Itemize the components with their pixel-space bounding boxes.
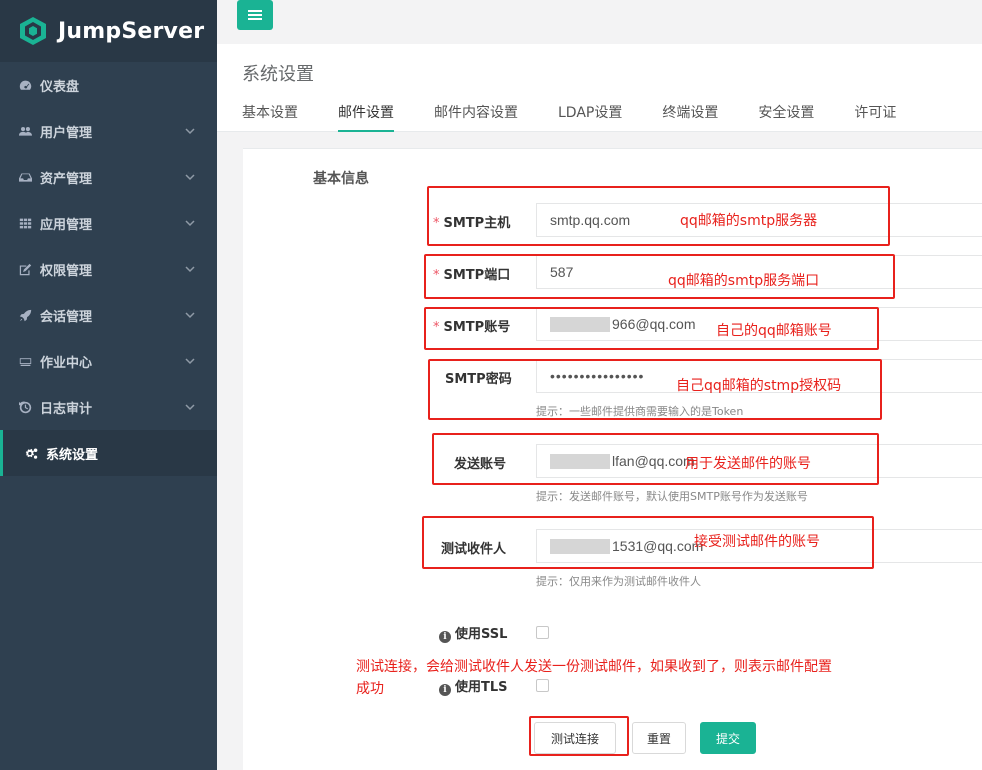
sidebar-item-label: 权限管理 [40, 263, 93, 279]
sidebar-nav: 仪表盘 用户管理 资产管理 应用管理 权限管理 会话管理 作业中心 日志审计 系… [0, 62, 217, 476]
smtp-port-label-text: SMTP端口 [443, 268, 511, 283]
annotation-user: 自己的qq邮箱账号 [716, 323, 832, 339]
sidebar-item-dashboard[interactable]: 仪表盘 [0, 62, 217, 108]
sidebar-item-assets[interactable]: 资产管理 [0, 154, 217, 200]
annotation-test-line1: 测试连接，会给测试收件人发送一份测试邮件，如果收到了，则表示邮件配置 [356, 659, 832, 675]
from-account-label: 发送账号 [454, 457, 507, 472]
masked-text [550, 453, 610, 469]
settings-tabs: 基本设置 邮件设置 邮件内容设置 LDAP设置 终端设置 安全设置 许可证 [242, 102, 936, 132]
annotation-from: 用于发送邮件的账号 [685, 456, 811, 472]
test-recipient-value: 1531@qq.com [612, 538, 704, 554]
sidebar-item-label: 应用管理 [40, 217, 93, 233]
required-mark: * [433, 268, 440, 283]
masked-text [550, 316, 610, 332]
inbox-icon [18, 170, 32, 184]
submit-button[interactable]: 提交 [700, 722, 756, 754]
tab-email[interactable]: 邮件设置 [338, 102, 394, 132]
from-account-hint: 提示：发送邮件账号，默认使用SMTP账号作为发送账号 [536, 490, 808, 503]
smtp-port-label: * SMTP端口 [433, 264, 510, 283]
info-icon: i [439, 684, 451, 696]
tab-terminal[interactable]: 终端设置 [662, 102, 718, 132]
grid-icon [18, 216, 32, 230]
tab-ldap[interactable]: LDAP设置 [558, 102, 622, 132]
sidebar-item-label: 资产管理 [40, 171, 93, 187]
use-ssl-label-text: 使用SSL [455, 627, 508, 642]
masked-text [550, 538, 610, 554]
sidebar-item-jobs[interactable]: 作业中心 [0, 338, 217, 384]
section-title: 基本信息 [313, 171, 369, 187]
tab-license[interactable]: 许可证 [854, 102, 896, 132]
sidebar-item-label: 用户管理 [40, 125, 93, 141]
tab-security[interactable]: 安全设置 [758, 102, 814, 132]
annotation-password: 自己qq邮箱的stmp授权码 [676, 378, 842, 394]
sidebar-item-label: 作业中心 [40, 355, 93, 371]
smtp-host-label-text: SMTP主机 [443, 216, 511, 231]
test-recipient-hint: 提示：仅用来作为测试邮件收件人 [536, 575, 701, 588]
jumpserver-logo-icon [18, 16, 48, 46]
sidebar: JumpServer 仪表盘 用户管理 资产管理 应用管理 权限管理 会话管理 … [0, 0, 217, 770]
reset-button[interactable]: 重置 [632, 722, 686, 754]
smtp-password-label: SMTP密码 [445, 372, 512, 387]
topbar [217, 0, 982, 44]
test-connection-button[interactable]: 测试连接 [534, 722, 616, 754]
use-ssl-label: i 使用SSL [439, 623, 507, 643]
smtp-host-label: * SMTP主机 [433, 212, 510, 231]
sidebar-item-audit[interactable]: 日志审计 [0, 384, 217, 430]
logo[interactable]: JumpServer [0, 0, 217, 62]
info-icon: i [439, 631, 451, 643]
required-mark: * [433, 216, 440, 231]
chevron-down-icon [185, 263, 195, 273]
tab-basic[interactable]: 基本设置 [242, 102, 298, 132]
sidebar-item-users[interactable]: 用户管理 [0, 108, 217, 154]
sidebar-item-label: 仪表盘 [40, 79, 80, 95]
page-title: 系统设置 [242, 64, 314, 85]
email-settings-panel: 基本信息 * SMTP主机 smtp.qq.com * SMTP端口 587 * SM… [243, 148, 982, 770]
history-icon [18, 400, 32, 414]
smtp-user-label-text: SMTP账号 [443, 320, 511, 335]
use-tls-label: i 使用TLS [439, 676, 508, 696]
dashboard-icon [18, 78, 32, 92]
page-header: 系统设置 基本设置 邮件设置 邮件内容设置 LDAP设置 终端设置 安全设置 许… [217, 44, 982, 132]
sidebar-item-label: 系统设置 [46, 447, 99, 463]
chevron-down-icon [185, 217, 195, 227]
sidebar-item-permissions[interactable]: 权限管理 [0, 246, 217, 292]
required-mark: * [433, 320, 440, 335]
edit-icon [18, 262, 32, 276]
sidebar-item-label: 日志审计 [40, 401, 93, 417]
annotation-recipient: 接受测试邮件的账号 [694, 534, 820, 550]
annotation-port: qq邮箱的smtp服务端口 [668, 273, 820, 289]
smtp-user-value: 966@qq.com [612, 316, 696, 332]
smtp-password-hint: 提示：一些邮件提供商需要输入的是Token [536, 405, 744, 418]
toggle-sidebar-button[interactable] [237, 0, 273, 30]
chevron-down-icon [185, 125, 195, 135]
hamburger-icon [248, 10, 262, 20]
chevron-down-icon [185, 171, 195, 181]
annotation-host: qq邮箱的smtp服务器 [680, 213, 818, 229]
users-icon [18, 124, 32, 138]
chevron-down-icon [185, 355, 195, 365]
annotation-test-line2: 成功 [356, 681, 384, 697]
test-recipient-label: 测试收件人 [441, 542, 507, 557]
use-tls-checkbox[interactable] [536, 679, 549, 692]
use-tls-label-text: 使用TLS [455, 680, 508, 695]
rocket-icon [18, 308, 32, 322]
sidebar-item-applications[interactable]: 应用管理 [0, 200, 217, 246]
sidebar-item-settings[interactable]: 系统设置 [0, 430, 217, 476]
use-ssl-checkbox[interactable] [536, 626, 549, 639]
keyboard-icon [18, 354, 32, 368]
app-name: JumpServer [58, 18, 205, 44]
from-account-value: lfan@qq.com [612, 453, 695, 469]
chevron-down-icon [185, 309, 195, 319]
chevron-down-icon [185, 401, 195, 411]
smtp-user-label: * SMTP账号 [433, 316, 510, 335]
gears-icon [24, 446, 38, 460]
sidebar-item-sessions[interactable]: 会话管理 [0, 292, 217, 338]
sidebar-item-label: 会话管理 [40, 309, 93, 325]
tab-email-content[interactable]: 邮件内容设置 [434, 102, 518, 132]
